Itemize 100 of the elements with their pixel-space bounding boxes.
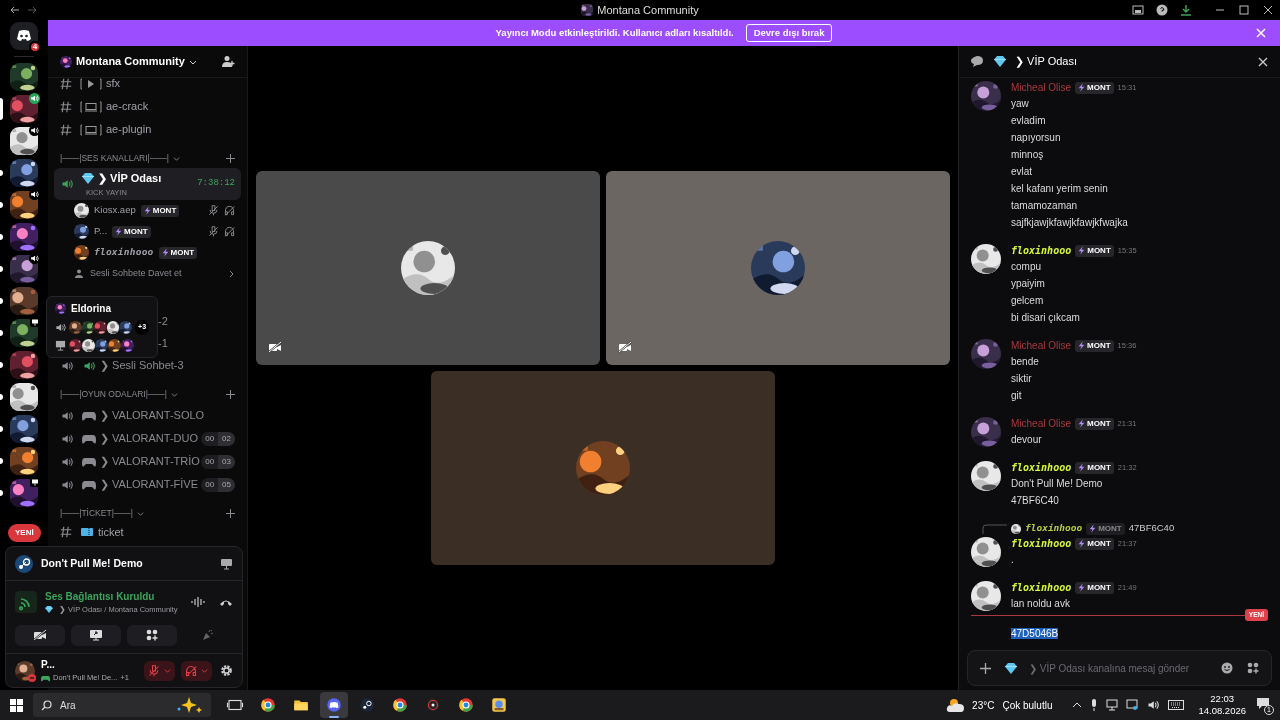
- channel-name[interactable]: -1: [158, 334, 168, 352]
- voice-channel[interactable]: ❯ Sesli Sohbet-3: [54, 354, 241, 377]
- category-title[interactable]: |——|OYUN ODALARI|——|: [60, 388, 168, 401]
- mute-button[interactable]: [144, 660, 175, 681]
- soundboard-icon: [202, 629, 214, 641]
- close-icon[interactable]: [1262, 4, 1274, 16]
- voice-member[interactable]: P... MONT: [48, 221, 247, 242]
- video-tile[interactable]: [606, 171, 950, 365]
- ticket-icon: [80, 527, 94, 537]
- channel-item[interactable]: sfx: [48, 72, 247, 95]
- server-icon[interactable]: [10, 383, 38, 411]
- add-icon[interactable]: [980, 662, 991, 674]
- server-icon[interactable]: [10, 319, 38, 347]
- channel-name: ❯ VİP Odası: [98, 171, 162, 187]
- browser-icon: [391, 696, 409, 714]
- author-name[interactable]: floxinhooo: [1011, 580, 1072, 595]
- username: P...: [41, 658, 56, 673]
- tag-text: MONT: [1098, 522, 1122, 535]
- stream-icon[interactable]: [220, 557, 233, 570]
- unread-indicator: [0, 170, 3, 176]
- add-member-icon[interactable]: [222, 55, 235, 68]
- display-icon[interactable]: [1126, 699, 1139, 711]
- server-icon[interactable]: [10, 159, 38, 187]
- message-input[interactable]: ❯ VİP Odası kanalına mesaj gönder: [967, 650, 1272, 686]
- weather-text: Çok bulutlu: [1002, 698, 1053, 713]
- video-tile[interactable]: [431, 371, 775, 565]
- unread-indicator: [0, 298, 3, 304]
- unread-indicator: [0, 266, 3, 272]
- server-icon[interactable]: [10, 351, 38, 379]
- server-icon[interactable]: [10, 287, 38, 315]
- volume-icon[interactable]: [1146, 699, 1161, 711]
- server-icon[interactable]: [10, 479, 38, 507]
- user-count: 00: [201, 431, 219, 446]
- settings-icon[interactable]: [220, 664, 233, 677]
- new-badge: YENİ: [6, 522, 43, 544]
- server-icon[interactable]: [10, 447, 38, 475]
- chevron-up-icon[interactable]: [1072, 701, 1083, 709]
- home-button[interactable]: 4: [10, 22, 38, 50]
- gamepad-icon: [82, 456, 96, 467]
- diamond-icon: [45, 606, 53, 613]
- server-name[interactable]: Montana Community: [76, 53, 185, 70]
- server-icon[interactable]: [10, 415, 38, 443]
- forward-arrow-icon[interactable]: [27, 5, 37, 15]
- server-icon[interactable]: [10, 63, 38, 91]
- author-name[interactable]: floxinhooo: [1011, 243, 1072, 258]
- channel-item[interactable]: ae-plugin: [48, 118, 247, 141]
- tag-text: MONT: [1087, 461, 1111, 474]
- gamepad-icon: [82, 410, 96, 421]
- voice-channel[interactable]: ❯ VALORANT-SOLO: [54, 404, 241, 427]
- camera-button[interactable]: [15, 624, 65, 646]
- keyboard-icon[interactable]: [1168, 700, 1185, 710]
- emoji-icon[interactable]: [1221, 662, 1233, 674]
- channel-item[interactable]: ticket: [48, 523, 247, 541]
- apps-icon[interactable]: [1247, 662, 1259, 674]
- add-icon[interactable]: [226, 154, 235, 163]
- search-field[interactable]: Ara: [33, 693, 211, 717]
- speaker-icon: [60, 478, 74, 491]
- windows-start-icon[interactable]: [10, 698, 23, 712]
- screen-button[interactable]: [71, 624, 121, 646]
- channel-name: ❯ VALORANT-DUO: [100, 431, 199, 447]
- back-arrow-icon[interactable]: [10, 5, 20, 15]
- server-icon[interactable]: [10, 127, 38, 155]
- video-tile[interactable]: [256, 171, 600, 365]
- help-icon[interactable]: [1156, 4, 1168, 16]
- maximize-icon[interactable]: [1238, 4, 1250, 16]
- speaker-icon: [82, 359, 96, 372]
- download-icon[interactable]: [1180, 4, 1192, 16]
- voice-channel[interactable]: ❯ VALORANT-FİVE 00 05: [54, 473, 241, 496]
- category-title[interactable]: |——|TİCKET|——|: [60, 507, 134, 520]
- add-icon[interactable]: [226, 390, 235, 399]
- voice-member[interactable]: Kiosx.aep MONT: [48, 200, 247, 221]
- channel-item[interactable]: ae-crack: [48, 95, 247, 118]
- author-name[interactable]: floxinhooo: [1011, 536, 1072, 551]
- add-icon[interactable]: [226, 509, 235, 518]
- category-title[interactable]: |——|SES KANALLARI|——|: [60, 152, 169, 165]
- search-input[interactable]: Ara: [60, 697, 169, 713]
- voice-channel[interactable]: ❯ VALORANT-DUO 00 02: [54, 427, 241, 450]
- notification-icon[interactable]: [1256, 697, 1270, 710]
- microphone-icon[interactable]: [1090, 699, 1099, 711]
- voice-channel[interactable]: ❯ VALORANT-TRİO 00 03: [54, 450, 241, 473]
- monitor-icon[interactable]: [1132, 4, 1144, 16]
- server-icon[interactable]: [10, 223, 38, 251]
- banner-message: Yayıncı Modu etkinleştirildi. Kullanıcı adları kısaltıldı.: [495, 25, 734, 40]
- author-name[interactable]: floxinhooo: [1011, 460, 1072, 475]
- server-icon[interactable]: [10, 191, 38, 219]
- channel-name: sfx: [106, 76, 121, 92]
- disable-button[interactable]: Devre dışı bırak: [745, 23, 833, 43]
- camera-off-icon: [33, 629, 47, 641]
- voice-waveform-icon[interactable]: [191, 596, 205, 608]
- message-text: napıyorsun: [1011, 131, 1062, 145]
- voice-member[interactable]: floxinhooo MONT: [48, 242, 247, 263]
- close-icon[interactable]: [1258, 56, 1268, 67]
- search-icon: [41, 699, 52, 711]
- invite-row[interactable]: Sesli Sohbete Davet et: [48, 263, 247, 284]
- server-icon[interactable]: [10, 255, 38, 283]
- deafen-button[interactable]: [181, 660, 212, 681]
- activities-button[interactable]: [127, 624, 177, 646]
- server-icon[interactable]: [10, 95, 38, 123]
- channel-name[interactable]: -2: [158, 312, 168, 330]
- taskbar-app[interactable]: [320, 692, 348, 718]
